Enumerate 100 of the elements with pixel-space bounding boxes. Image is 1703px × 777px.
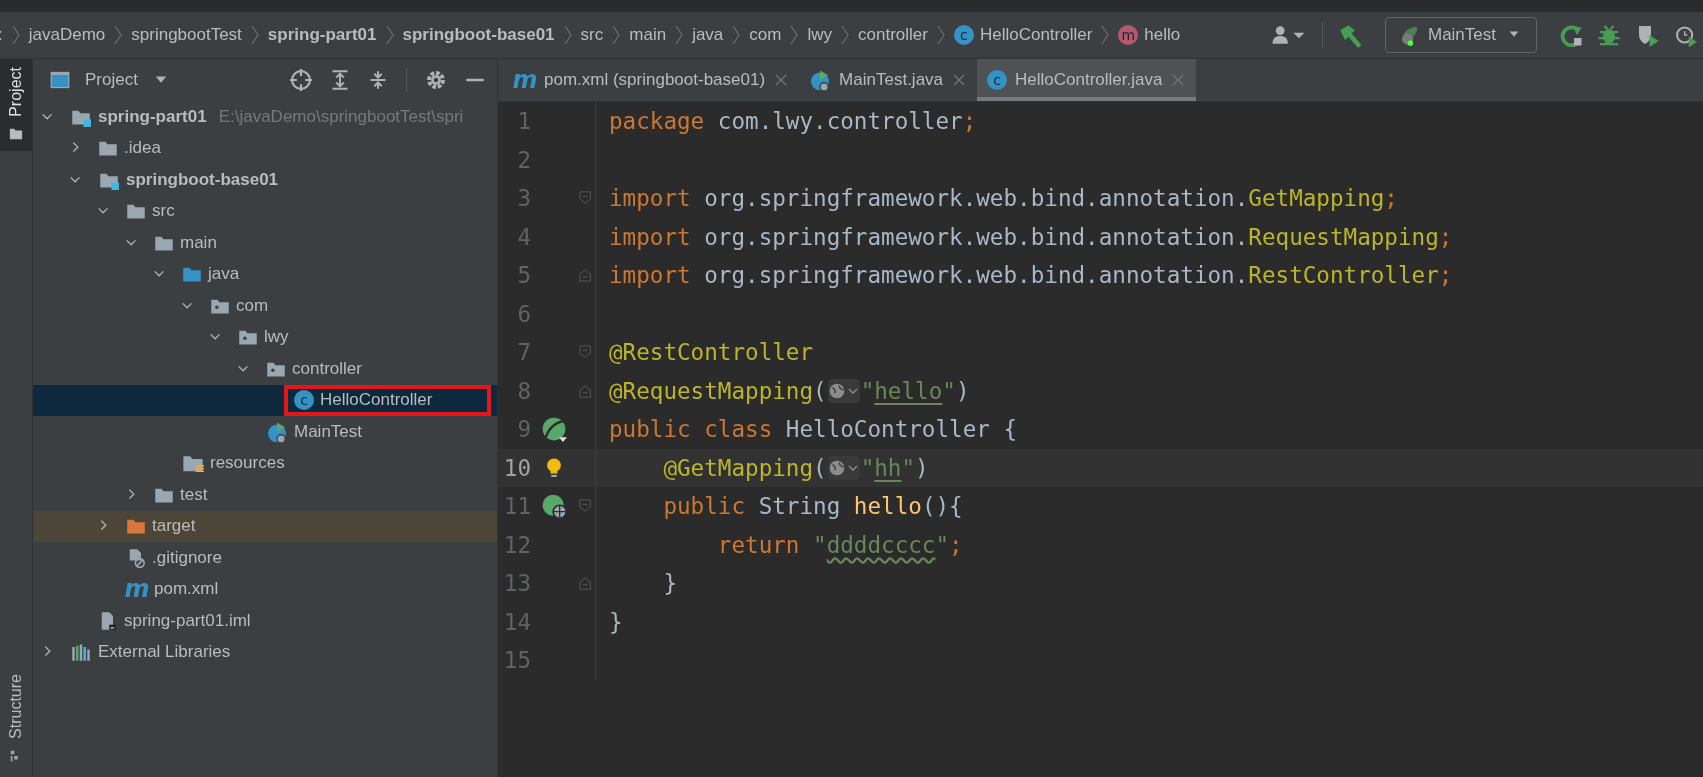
tree-item[interactable]: test [33, 479, 497, 511]
tree-item[interactable]: target [33, 510, 497, 542]
tree-item[interactable]: lwy [33, 321, 497, 353]
breadcrumb-item[interactable]: c HelloController [953, 25, 1093, 45]
globe-icon[interactable] [827, 455, 860, 480]
libraries-icon [70, 642, 92, 663]
line-number: 4 [516, 223, 531, 250]
editor-tab[interactable]: m pom.xml (springboot-base01) [504, 59, 800, 101]
tree-item[interactable]: spring-part01.iml [33, 605, 497, 637]
line-number: 1 [516, 108, 531, 135]
tree-item[interactable]: resources [33, 447, 497, 479]
expand-all-icon[interactable] [330, 69, 350, 91]
fold-marker-icon[interactable] [578, 267, 593, 284]
tree-item[interactable]: springboot-base01 [33, 164, 497, 196]
code-text: @RestController [609, 339, 814, 366]
tool-window-tab[interactable]: Structure [0, 666, 32, 749]
editor-tab[interactable]: c HelloController.java [977, 59, 1197, 101]
line-number: 12 [502, 531, 531, 558]
class-icon: c [987, 70, 1008, 90]
fold-marker-icon[interactable] [578, 575, 593, 592]
path-hint: E:\javaDemo\springbootTest\spri [218, 106, 464, 127]
line-number: 11 [502, 493, 531, 520]
folder-icon [8, 126, 24, 141]
fold-marker-icon[interactable] [578, 498, 593, 515]
separator-icon [113, 24, 124, 46]
tree-item[interactable]: src [33, 195, 497, 227]
method-icon: m [1118, 25, 1139, 45]
separator-icon [674, 24, 685, 46]
separator-icon [789, 24, 800, 46]
run-configuration-dropdown[interactable]: MainTest [1384, 17, 1537, 53]
breadcrumb-item[interactable]: main [629, 25, 667, 45]
breadcrumb-item[interactable]: java [692, 25, 724, 45]
separator-icon [384, 24, 395, 46]
breadcrumb-item[interactable]: controller [858, 25, 928, 45]
globe-icon[interactable] [827, 378, 860, 403]
tool-window-tab[interactable]: Project [0, 59, 32, 151]
rerun-icon[interactable] [1559, 23, 1583, 47]
tree-item[interactable]: .idea [33, 132, 497, 164]
bug-icon[interactable] [1597, 23, 1621, 47]
tree-item[interactable]: .gitignore [33, 542, 497, 574]
line-number: 2 [516, 146, 531, 173]
run-class-icon [266, 420, 288, 443]
code-text: import org.springframework.web.bind.annotation.RequestMapping; [609, 223, 1453, 250]
breadcrumb-item[interactable]: springbootTest [131, 25, 242, 45]
code-text: public class HelloController { [609, 416, 1018, 443]
line-number: 15 [502, 647, 531, 674]
web-bean-icon [540, 493, 567, 520]
tree-item[interactable]: main [33, 227, 497, 259]
line-number: 10 [502, 454, 531, 481]
separator-icon [611, 24, 622, 46]
tree-item[interactable]: controller [33, 353, 497, 385]
editor-tab[interactable]: MainTest.java [799, 59, 978, 101]
code-text: @RequestMapping( [609, 377, 827, 404]
code-text: import org.springframework.web.bind.annotation.GetMapping; [609, 185, 1398, 212]
bean-icon [540, 416, 567, 443]
line-number: 8 [516, 377, 531, 404]
fold-marker-icon[interactable] [578, 190, 593, 207]
code-text: return "ddddcccc"; [716, 531, 963, 558]
line-number: 9 [516, 416, 531, 443]
breadcrumb-item[interactable]: com [749, 25, 782, 45]
code-text: @GetMapping( [662, 454, 827, 481]
line-number: 6 [516, 300, 531, 327]
separator-icon [562, 24, 573, 46]
code-text: public String hello(){ [662, 493, 963, 520]
separator-icon [1100, 24, 1111, 46]
tree-item[interactable]: com [33, 290, 497, 322]
project-view-selector[interactable]: Project [49, 70, 170, 90]
maven-icon: m [514, 69, 536, 91]
window-icon [49, 70, 71, 90]
crosshair-icon[interactable] [290, 69, 312, 91]
separator-icon [249, 24, 260, 46]
collapse-all-icon[interactable] [368, 69, 388, 91]
breadcrumb-item[interactable]: javaDemo [28, 25, 106, 45]
fold-marker-icon[interactable] [578, 344, 593, 361]
tree-item[interactable]: spring-part01 E:\javaDemo\springbootTest\spri [33, 101, 497, 133]
line-number: 3 [516, 185, 531, 212]
clock-run-icon[interactable] [1675, 23, 1697, 47]
code-text: } [609, 608, 623, 635]
breadcrumb-item[interactable]: m hello [1118, 25, 1181, 45]
tree-item[interactable]: m pom.xml [33, 573, 497, 605]
line-number: 13 [502, 570, 531, 597]
tree-item[interactable]: java [33, 258, 497, 290]
code-text: import org.springframework.web.bind.annotation.RestController; [609, 262, 1453, 289]
separator-icon [935, 24, 946, 46]
tree-item[interactable]: c HelloController [33, 384, 497, 416]
breadcrumb-item[interactable]: lwy [807, 25, 832, 45]
separator-icon [10, 24, 21, 46]
tree-item[interactable]: External Libraries [33, 636, 497, 668]
code-text: "hh") [860, 454, 929, 481]
tree-item[interactable]: MainTest [33, 416, 497, 448]
breadcrumb-item[interactable]: src [580, 25, 604, 45]
line-number: 14 [502, 608, 531, 635]
breadcrumb-item[interactable]: : [0, 25, 3, 45]
fold-marker-icon[interactable] [578, 382, 593, 399]
code-text: } [662, 570, 677, 597]
code-text: package com.lwy.controller; [609, 108, 977, 135]
breadcrumb-item[interactable]: spring-part01 [267, 25, 377, 45]
breadcrumb-item[interactable]: springboot-base01 [402, 25, 555, 45]
line-number: 5 [516, 262, 531, 289]
settings-icon[interactable] [425, 69, 447, 91]
